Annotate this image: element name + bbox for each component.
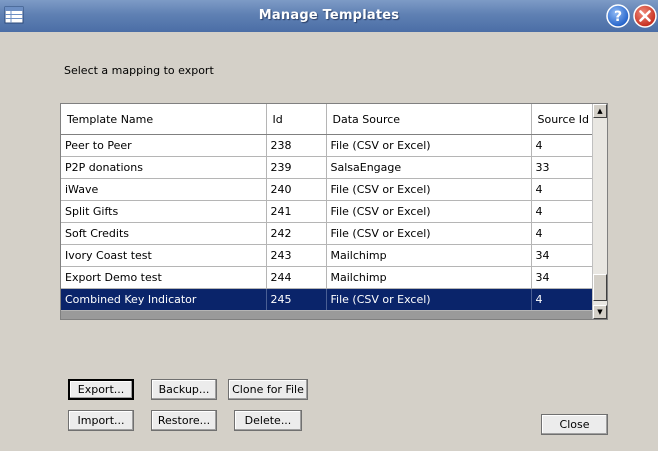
cell-source-id: 34: [531, 244, 592, 267]
cell-id: 244: [266, 266, 327, 289]
table-row[interactable]: P2P donations 239 SalsaEngage 33: [61, 156, 592, 179]
cell-id: 243: [266, 244, 327, 267]
cell-template-name: P2P donations: [61, 156, 267, 179]
table-row[interactable]: Split Gifts 241 File (CSV or Excel) 4: [61, 200, 592, 223]
backup-button[interactable]: Backup...: [151, 379, 217, 400]
cell-source-id: 34: [531, 266, 592, 289]
help-icon[interactable]: ?: [606, 4, 630, 28]
scroll-thumb[interactable]: [593, 274, 607, 301]
column-header-data-source[interactable]: Data Source: [326, 104, 532, 135]
cell-source-id: 4: [531, 134, 592, 157]
table-header-row: Template Name Id Data Source Source Id: [61, 104, 592, 135]
column-header-source-id[interactable]: Source Id: [531, 104, 592, 135]
templates-grid: Template Name Id Data Source Source Id P…: [60, 103, 608, 320]
cell-template-name: Combined Key Indicator: [61, 288, 267, 311]
close-button[interactable]: Close: [541, 414, 608, 435]
cell-template-name: Peer to Peer: [61, 134, 267, 157]
vertical-scrollbar[interactable]: ▲ ▼: [592, 104, 607, 319]
table-row[interactable]: Soft Credits 242 File (CSV or Excel) 4: [61, 222, 592, 245]
cell-source-id: 4: [531, 178, 592, 201]
cell-template-name: Ivory Coast test: [61, 244, 267, 267]
instruction-label: Select a mapping to export: [64, 64, 214, 77]
cell-data-source: SalsaEngage: [326, 156, 532, 179]
svg-text:?: ?: [614, 9, 622, 25]
cell-data-source: File (CSV or Excel): [326, 178, 532, 201]
table-row-selected[interactable]: Combined Key Indicator 245 File (CSV or …: [61, 288, 592, 311]
cell-id: 240: [266, 178, 327, 201]
cell-data-source: Mailchimp: [326, 266, 532, 289]
cell-template-name: Export Demo test: [61, 266, 267, 289]
grid-body: Template Name Id Data Source Source Id P…: [61, 104, 592, 319]
cell-id: 241: [266, 200, 327, 223]
cell-data-source: File (CSV or Excel): [326, 134, 532, 157]
cell-id: 238: [266, 134, 327, 157]
cell-id: 239: [266, 156, 327, 179]
cell-data-source: Mailchimp: [326, 244, 532, 267]
column-header-id[interactable]: Id: [266, 104, 327, 135]
window-title: Manage Templates: [258, 8, 400, 23]
table-row[interactable]: Export Demo test 244 Mailchimp 34: [61, 266, 592, 289]
cell-data-source: File (CSV or Excel): [326, 288, 532, 311]
cell-data-source: File (CSV or Excel): [326, 222, 532, 245]
table-row[interactable]: Peer to Peer 238 File (CSV or Excel) 4: [61, 134, 592, 157]
cell-data-source: File (CSV or Excel): [326, 200, 532, 223]
grid-empty-area: [61, 311, 592, 319]
column-header-template-name[interactable]: Template Name: [61, 104, 267, 135]
cell-template-name: iWave: [61, 178, 267, 201]
cell-source-id: 4: [531, 200, 592, 223]
templates-table: Template Name Id Data Source Source Id P…: [61, 104, 592, 311]
cell-id: 242: [266, 222, 327, 245]
cell-source-id: 33: [531, 156, 592, 179]
export-button[interactable]: Export...: [68, 379, 134, 400]
delete-button[interactable]: Delete...: [234, 410, 302, 431]
table-row[interactable]: iWave 240 File (CSV or Excel) 4: [61, 178, 592, 201]
cell-id: 245: [266, 288, 327, 311]
title-bar: Manage Templates ?: [0, 0, 658, 32]
table-row[interactable]: Ivory Coast test 243 Mailchimp 34: [61, 244, 592, 267]
scroll-up-icon[interactable]: ▲: [593, 104, 607, 118]
import-button[interactable]: Import...: [68, 410, 134, 431]
restore-button[interactable]: Restore...: [151, 410, 217, 431]
scroll-down-icon[interactable]: ▼: [593, 305, 607, 319]
cell-source-id: 4: [531, 222, 592, 245]
cell-template-name: Split Gifts: [61, 200, 267, 223]
close-icon[interactable]: [633, 4, 657, 28]
clone-for-file-button[interactable]: Clone for File: [228, 379, 308, 400]
cell-source-id: 4: [531, 288, 592, 311]
cell-template-name: Soft Credits: [61, 222, 267, 245]
